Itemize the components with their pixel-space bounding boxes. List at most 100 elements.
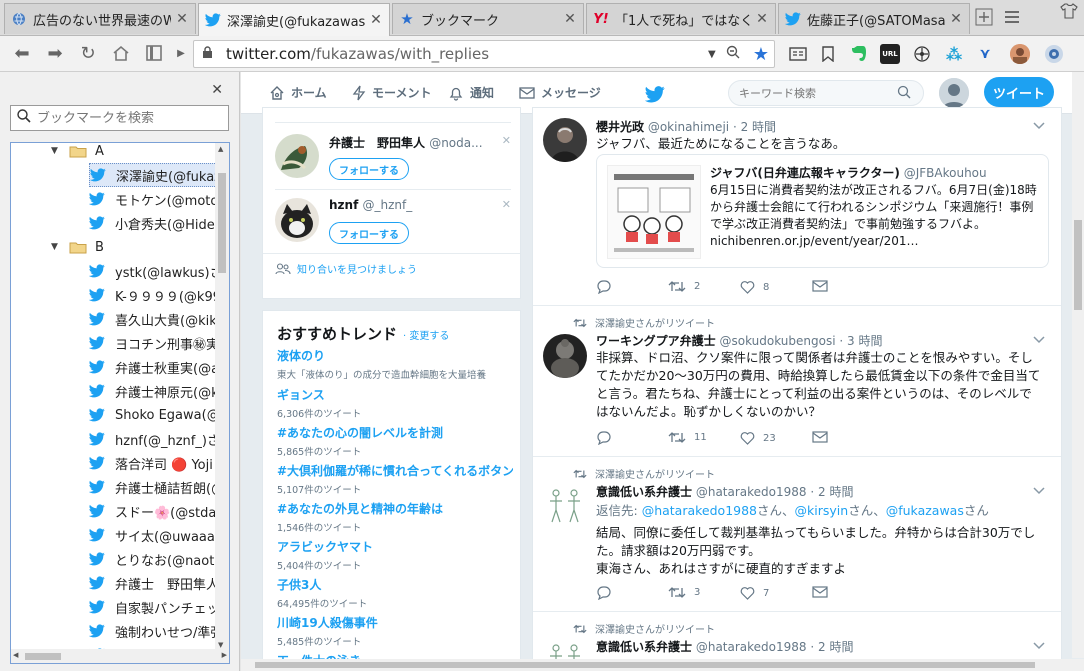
close-icon[interactable]: ✕ [563,11,577,27]
chevron-down-icon[interactable] [1033,640,1045,653]
quote-author[interactable]: ジャフバ(日弁連広報キャラクター) [710,166,900,180]
expand-arrow-icon[interactable]: ▼ [51,242,63,252]
trend-name[interactable]: #あなたの外見と精神の年齢は [277,500,513,517]
nav-notifications[interactable]: 通知 [448,84,494,101]
chevron-down-icon[interactable] [1033,120,1045,133]
tweet[interactable]: 櫻井光政 @okinahimeji · 2 時間 ジャフバ、最近ためになることを… [533,108,1061,306]
trend-item[interactable]: ギョンス 6,306件のツイート [277,386,513,420]
avatar[interactable] [275,134,319,178]
close-icon[interactable]: ✕ [949,11,963,27]
close-icon[interactable]: ✕ [175,11,189,27]
reply-to-mention[interactable]: @kirsyin [795,503,849,518]
avatar[interactable] [275,198,319,242]
tweet-author[interactable]: ワーキングプア弁護士 [596,334,716,348]
like-button[interactable]: 8 [740,280,769,294]
close-sidebar-icon[interactable]: ✕ [211,82,223,98]
bookmark-item[interactable]: 強制わいせつ/準強 [89,619,217,643]
back-icon[interactable]: ⬅ [11,42,33,64]
tree-horizontal-scrollbar[interactable]: ◀ ▶ [11,649,229,663]
trend-name[interactable]: 川崎19人殺傷事件 [277,614,513,631]
page-vertical-scrollbar[interactable] [1072,72,1084,658]
follow-button[interactable]: フォローする [329,158,409,180]
tweet-time[interactable]: · 3 時間 [839,334,882,348]
chevron-down-icon[interactable] [1033,334,1045,347]
dismiss-icon[interactable]: ✕ [502,198,511,211]
bookmark-item[interactable]: 弁護士神原元(@k [89,379,217,403]
twitter-search-input[interactable] [739,86,897,100]
bookmark-folder[interactable]: ▼ B [51,235,217,259]
bookmark-item[interactable]: スドー🌸(@stdau [89,499,217,523]
tweet-time[interactable]: · 2 時間 [810,640,853,654]
tweet-handle[interactable]: @hatarakedo1988 [696,640,807,654]
reply-icon[interactable] [596,280,619,294]
tweet-handle[interactable]: @hatarakedo1988 [696,485,807,499]
bookmark-search-input[interactable] [37,110,217,126]
user-avatar[interactable] [939,78,969,108]
page-hscroll-thumb[interactable] [255,662,1035,668]
tweet-handle[interactable]: @sokudokubengosi [719,334,835,348]
follow-handle[interactable]: @noda... [429,136,482,150]
bookmark-folder[interactable]: ▼ A [51,143,217,163]
tweet-time[interactable]: · 2 時間 [733,120,776,134]
reload-icon[interactable]: ↻ [77,42,99,64]
tweet[interactable]: 深澤諭史さんがリツイート 意識低い系弁護士 @hatarakedo1988 · … [533,457,1061,612]
bookmarks-panel-icon[interactable] [143,42,165,64]
bookmark-item[interactable]: Shoko Egawa(@e [89,403,217,427]
tree-scroll-thumb[interactable] [218,173,226,273]
search-icon[interactable] [897,84,911,103]
bookmark-search[interactable] [10,105,229,131]
bookmark-item[interactable]: 弁護士秋重実(@a [89,355,217,379]
trend-item[interactable]: #大倶利伽羅が稀に慣れ合ってくれるボタン 5,107件のツイート [277,462,513,496]
expand-arrow-icon[interactable]: ▼ [51,146,63,156]
menu-icon[interactable] [1003,8,1021,26]
bookmark-item[interactable]: ヨコチン刑事㊙実況 [89,331,217,355]
bookmark-item[interactable]: サイ太(@uwaaaa) [89,523,217,547]
dm-icon[interactable] [812,431,836,443]
page-scroll-thumb[interactable] [1074,220,1082,310]
move-icon[interactable] [912,44,932,64]
chevron-right-icon[interactable]: ▶ [170,42,192,64]
ublock-icon[interactable]: ⋎ [975,44,995,64]
home-icon[interactable] [110,42,132,64]
bookmark-star-icon[interactable]: ★ [748,44,774,65]
tweet-author[interactable]: 櫻井光政 [596,120,644,134]
change-trends-link[interactable]: · 変更する [403,331,449,342]
reader-icon[interactable] [788,44,808,64]
trend-item[interactable]: 液体のり 東大「液体のり」の成分で造血幹細胞を大量培養 [277,347,513,381]
tree-vertical-scrollbar[interactable]: ▲ ▼ [215,143,229,651]
like-button[interactable]: 23 [740,431,776,445]
bookmark-ribbon-icon[interactable] [818,44,838,64]
trend-name[interactable]: 液体のり [277,347,513,364]
trend-name[interactable]: 子供3人 [277,576,513,593]
nav-messages[interactable]: メッセージ [519,84,601,101]
bookmark-item[interactable]: モトケン(@motok [89,187,217,211]
bookmark-item[interactable]: 弁護士樋詰哲朗(@ [89,475,217,499]
like-button[interactable]: 7 [740,586,769,600]
trend-item[interactable]: 子供3人 64,495件のツイート [277,576,513,610]
forward-icon[interactable]: ➡ [44,42,66,64]
profile-avatar-icon[interactable] [1010,44,1030,64]
zoom-icon[interactable] [726,45,748,63]
reply-to-mention[interactable]: @fukazawas [886,503,964,518]
bookmark-item[interactable]: 喜久山大貴(@kiku [89,307,217,331]
new-tab-icon[interactable] [975,8,993,26]
trend-name[interactable]: #あなたの心の闇レベルを計測 [277,424,513,441]
bookmark-item[interactable]: hznf(@_hznf_)さん [89,427,217,451]
tree-hscroll-thumb[interactable] [25,653,61,660]
avatar[interactable] [543,118,587,162]
twitter-logo-icon[interactable] [644,86,665,107]
tab-1[interactable]: 深澤諭史(@fukazawas) ✕ [198,3,390,36]
grid-extension-icon[interactable]: ⁂ [944,44,964,64]
avatar[interactable] [543,485,587,529]
tweet-author[interactable]: 意識低い系弁護士 [596,640,692,654]
follow-name[interactable]: hznf [329,198,358,212]
trend-item[interactable]: #あなたの外見と精神の年齢は 1,546件のツイート [277,500,513,534]
settings-gear-icon[interactable] [1044,44,1064,64]
tweet[interactable]: 深澤諭史さんがリツイート ワーキングプア弁護士 @sokudokubengosi… [533,306,1061,457]
follow-name[interactable]: 弁護士 野田隼人 [329,136,425,150]
tweet-author[interactable]: 意識低い系弁護士 [596,485,692,499]
trend-name[interactable]: #大倶利伽羅が稀に慣れ合ってくれるボタン [277,462,513,479]
url-dropdown-icon[interactable]: ▼ [708,49,726,60]
close-icon[interactable]: ✕ [755,11,769,27]
tweet-time[interactable]: · 2 時間 [810,485,853,499]
